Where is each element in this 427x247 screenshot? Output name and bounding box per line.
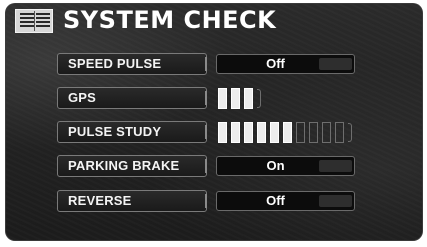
meter-segment-unlit	[335, 122, 344, 143]
status-indicator	[319, 195, 352, 207]
status-indicator	[319, 160, 352, 172]
pulse-study-label-pill: PULSE STUDY	[57, 121, 207, 143]
meter-segment-lit	[218, 122, 227, 143]
parking-brake-value: On	[266, 158, 285, 173]
parking-brake-label-pill: PARKING BRAKE	[57, 155, 207, 177]
meter-segment-lit	[231, 122, 240, 143]
pulse-study-label: PULSE STUDY	[68, 124, 162, 139]
reverse-value: Off	[266, 193, 285, 208]
gps-label: GPS	[68, 90, 97, 105]
row-parking-brake: PARKING BRAKE On	[5, 155, 423, 179]
meter-end-cap	[257, 89, 261, 108]
meter-segment-lit	[244, 88, 253, 109]
meter-segment-lit	[218, 88, 227, 109]
meter-segment-lit	[257, 122, 266, 143]
reverse-status: Off	[216, 191, 355, 211]
meter-segment-unlit	[309, 122, 318, 143]
page-title: SYSTEM CHECK	[63, 6, 277, 34]
row-speed-pulse: SPEED PULSE Off	[5, 53, 423, 77]
meter-segment-unlit	[296, 122, 305, 143]
speed-pulse-label-pill: SPEED PULSE	[57, 53, 207, 75]
meter-end-cap	[348, 123, 352, 142]
list-icon	[15, 9, 53, 33]
parking-brake-label: PARKING BRAKE	[68, 158, 180, 173]
system-check-screen: SYSTEM CHECK SPEED PULSE Off GPS PULSE S…	[5, 3, 423, 241]
meter-segment-lit	[231, 88, 240, 109]
row-reverse: REVERSE Off	[5, 190, 423, 214]
gps-label-pill: GPS	[57, 87, 207, 109]
title-bar: SYSTEM CHECK	[5, 3, 423, 40]
speed-pulse-value: Off	[266, 56, 285, 71]
speed-pulse-status: Off	[216, 54, 355, 74]
meter-segment-lit	[283, 122, 292, 143]
parking-brake-status: On	[216, 156, 355, 176]
reverse-label-pill: REVERSE	[57, 190, 207, 212]
reverse-label: REVERSE	[68, 193, 132, 208]
speed-pulse-label: SPEED PULSE	[68, 56, 162, 71]
status-indicator	[319, 58, 352, 70]
meter-segment-unlit	[322, 122, 331, 143]
row-gps: GPS	[5, 87, 423, 111]
meter-segment-lit	[270, 122, 279, 143]
meter-segment-lit	[244, 122, 253, 143]
row-pulse-study: PULSE STUDY	[5, 121, 423, 145]
